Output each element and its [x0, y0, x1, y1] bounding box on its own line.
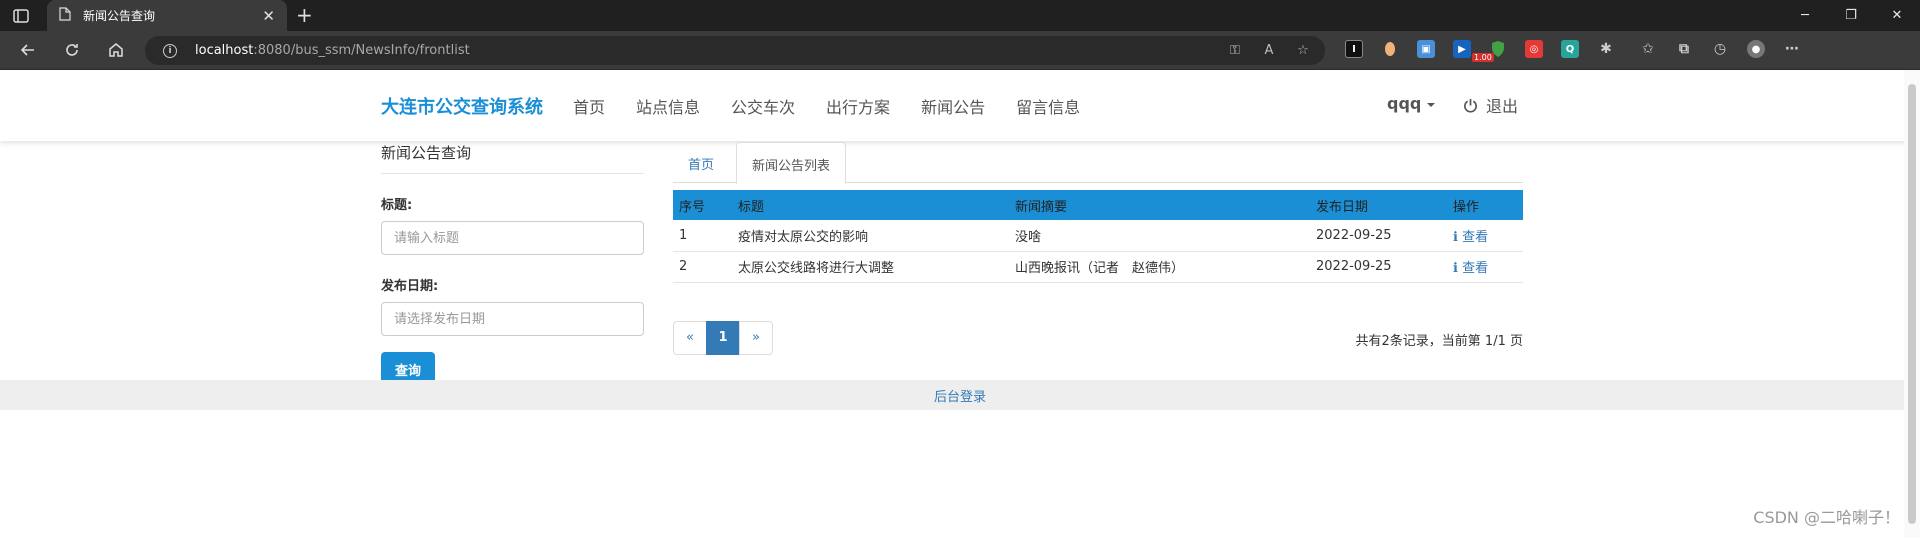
- row-date: 2022-09-25: [1310, 251, 1447, 283]
- next-page-button[interactable]: »: [739, 320, 773, 355]
- new-tab-icon[interactable]: +: [296, 4, 313, 26]
- row-title: 太原公交线路将进行大调整: [732, 251, 1009, 283]
- logout-link[interactable]: 退出: [1463, 93, 1518, 117]
- scrollbar-thumb[interactable]: [1908, 84, 1916, 524]
- tab-close-icon[interactable]: ✕: [262, 7, 275, 25]
- key-icon[interactable]: ⚿: [1227, 42, 1243, 58]
- tab-home[interactable]: 首页: [673, 142, 729, 183]
- extension-q-icon[interactable]: Q: [1561, 40, 1579, 58]
- refresh-icon[interactable]: [62, 40, 82, 60]
- site-info-icon[interactable]: i: [163, 43, 177, 58]
- row-summary: 山西晚报讯（记者 赵德伟）: [1009, 251, 1310, 283]
- nav-links: 首页 站点信息 公交车次 出行方案 新闻公告 留言信息: [573, 94, 1111, 118]
- close-window-icon[interactable]: ✕: [1874, 0, 1920, 31]
- browser-tab[interactable]: 新闻公告查询 ✕: [47, 0, 287, 31]
- table-header: 序号 标题 新闻摘要 发布日期 操作: [673, 190, 1523, 220]
- search-sidebar: 新闻公告查询 标题: 发布日期: 查询: [381, 142, 644, 386]
- table-row: 1 疫情对太原公交的影响 没啥 2022-09-25 ℹ 查看: [673, 220, 1523, 252]
- read-aloud-icon[interactable]: A: [1261, 42, 1277, 58]
- page-info: 共有2条记录，当前第 1/1 页: [1355, 333, 1523, 349]
- admin-login-link[interactable]: 后台登录: [934, 386, 986, 405]
- row-summary: 没啥: [1009, 220, 1310, 252]
- row-no: 2: [673, 251, 732, 283]
- title-label: 标题:: [381, 198, 413, 213]
- url-host: localhost: [195, 43, 254, 58]
- view-link[interactable]: ℹ 查看: [1447, 251, 1523, 283]
- extension-mouse-icon[interactable]: [1381, 40, 1399, 58]
- extension-speed-icon[interactable]: ▶: [1453, 40, 1471, 58]
- content-tabs: 首页 新闻公告列表: [673, 142, 1523, 184]
- col-action: 操作: [1453, 199, 1480, 215]
- tab-actions-icon[interactable]: [12, 7, 30, 25]
- document-icon: [59, 6, 71, 25]
- extension-badge: 1.00: [1472, 53, 1494, 62]
- view-label: 查看: [1462, 261, 1489, 276]
- restore-icon[interactable]: ❐: [1828, 0, 1874, 31]
- history-icon[interactable]: ◷: [1711, 40, 1729, 58]
- url-path: :8080/bus_ssm/NewsInfo/frontlist: [253, 43, 470, 58]
- date-label: 发布日期:: [381, 279, 439, 294]
- back-icon[interactable]: [18, 40, 38, 60]
- col-summary: 新闻摘要: [1015, 199, 1068, 215]
- favorites-icon[interactable]: ✩: [1639, 40, 1657, 58]
- row-no: 1: [673, 220, 732, 252]
- extension-record-icon[interactable]: ◎: [1525, 40, 1543, 58]
- watermark: CSDN @二哈喇子！: [1753, 508, 1900, 527]
- title-input[interactable]: [381, 221, 644, 255]
- news-table: 序号 标题 新闻摘要 发布日期 操作 1 疫情对太原公交的影响 没啥 2022-…: [673, 190, 1523, 283]
- table-row: 2 太原公交线路将进行大调整 山西晚报讯（记者 赵德伟） 2022-09-25 …: [673, 251, 1523, 283]
- user-name: qqq: [1387, 94, 1422, 113]
- view-label: 查看: [1462, 229, 1489, 245]
- prev-page-button[interactable]: «: [673, 320, 707, 355]
- collections-icon[interactable]: ⧉: [1675, 40, 1693, 58]
- col-title: 标题: [738, 199, 765, 215]
- nav-messages[interactable]: 留言信息: [1016, 94, 1080, 118]
- browser-titlebar: 新闻公告查询 ✕ + ─ ❐ ✕: [0, 0, 1920, 31]
- nav-bus-lines[interactable]: 公交车次: [731, 94, 795, 118]
- extension-image-icon[interactable]: ▣: [1417, 40, 1435, 58]
- favorite-add-icon[interactable]: ☆: [1295, 42, 1311, 58]
- profile-avatar[interactable]: ●: [1747, 40, 1765, 58]
- more-menu-icon[interactable]: ⋯: [1783, 40, 1801, 58]
- page-1-button[interactable]: 1: [706, 320, 740, 355]
- window-controls: ─ ❐ ✕: [1782, 0, 1920, 31]
- sidebar-title: 新闻公告查询: [381, 142, 644, 174]
- nav-stations[interactable]: 站点信息: [636, 94, 700, 118]
- site-navbar: 大连市公交查询系统 首页 站点信息 公交车次 出行方案 新闻公告 留言信息 qq…: [0, 70, 1920, 141]
- extension-i-icon[interactable]: I: [1345, 40, 1363, 58]
- col-no: 序号: [679, 199, 706, 215]
- site-brand[interactable]: 大连市公交查询系统: [381, 93, 543, 119]
- tab-title: 新闻公告查询: [83, 9, 156, 23]
- nav-travel-plan[interactable]: 出行方案: [826, 94, 890, 118]
- nav-news[interactable]: 新闻公告: [921, 94, 985, 118]
- view-link[interactable]: ℹ 查看: [1447, 220, 1523, 252]
- power-icon: [1464, 98, 1477, 113]
- browser-toolbar: i localhost:8080/bus_ssm/NewsInfo/frontl…: [0, 31, 1920, 70]
- row-date: 2022-09-25: [1310, 220, 1447, 252]
- home-icon[interactable]: [106, 40, 126, 60]
- caret-down-icon: [1427, 102, 1436, 107]
- date-input[interactable]: [381, 302, 644, 336]
- info-icon: ℹ: [1453, 229, 1458, 245]
- nav-home[interactable]: 首页: [573, 94, 605, 118]
- minimize-icon[interactable]: ─: [1782, 0, 1828, 31]
- col-date: 发布日期: [1316, 199, 1369, 215]
- footer: 后台登录: [0, 380, 1920, 410]
- row-title: 疫情对太原公交的影响: [732, 220, 1009, 252]
- logout-label: 退出: [1486, 97, 1519, 116]
- tab-news-list[interactable]: 新闻公告列表: [736, 142, 847, 184]
- user-menu[interactable]: qqq: [1387, 94, 1436, 113]
- main-content: 首页 新闻公告列表 序号 标题 新闻摘要 发布日期 操作 1 疫情对太原公交的影…: [673, 142, 1523, 355]
- page-scrollbar[interactable]: [1904, 70, 1920, 538]
- address-bar[interactable]: i localhost:8080/bus_ssm/NewsInfo/frontl…: [145, 36, 1325, 65]
- pagination-area: « 1 » 共有2条记录，当前第 1/1 页: [673, 320, 1523, 355]
- extensions-bar: I ▣ ▶ ◎ Q ✱ ✩ ⧉ ◷ ● ⋯: [1345, 40, 1801, 58]
- info-icon: ℹ: [1453, 261, 1458, 276]
- address-icons: ⚿ A ☆: [1227, 42, 1311, 58]
- extensions-puzzle-icon[interactable]: ✱: [1597, 40, 1615, 58]
